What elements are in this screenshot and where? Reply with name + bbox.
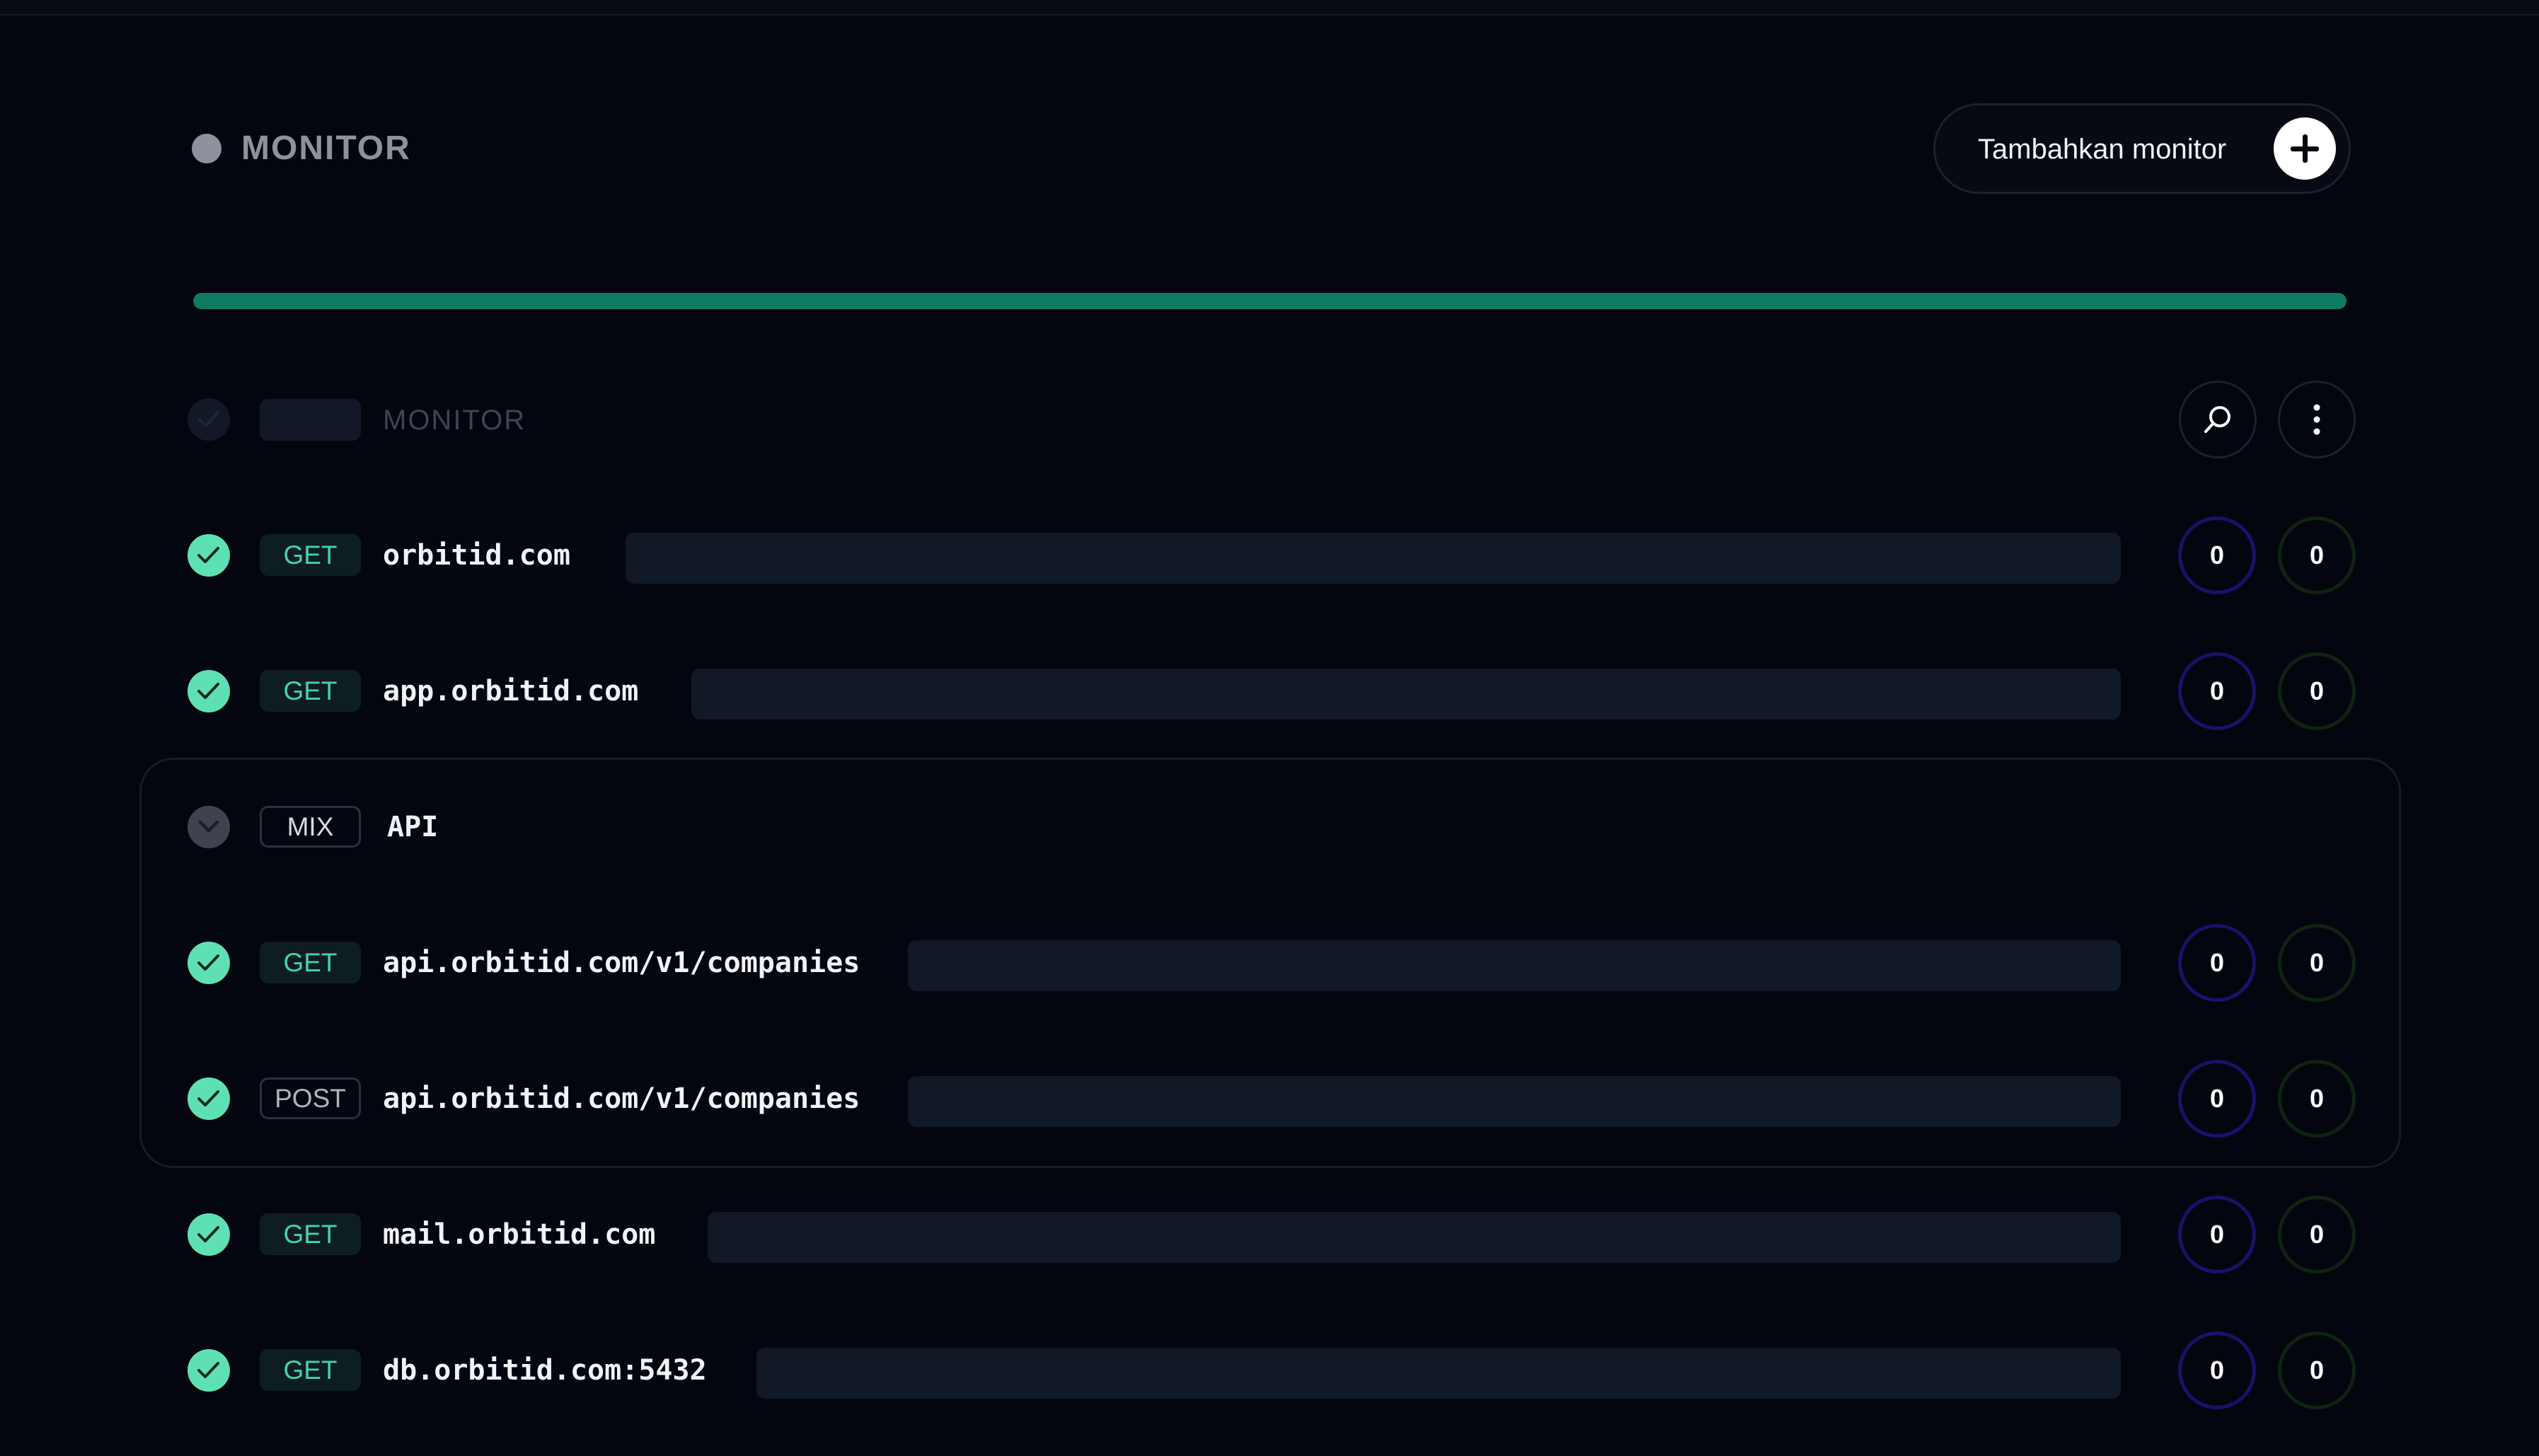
check-icon	[197, 954, 219, 971]
count-badge-b: 0	[2278, 1060, 2356, 1138]
count-badge-b: 0	[2278, 516, 2356, 594]
status-check	[188, 534, 230, 577]
uptime-bar	[756, 1348, 2121, 1399]
group-row[interactable]: MIX API	[0, 788, 2539, 866]
chevron-down-icon	[198, 820, 219, 833]
monitor-row[interactable]: GET app.orbitid.com 0 0	[0, 652, 2539, 730]
check-icon	[197, 1226, 219, 1242]
add-monitor-button[interactable]: Tambahkan monitor	[1933, 103, 2351, 194]
method-badge: GET	[260, 670, 361, 712]
count-badge-a: 0	[2178, 1331, 2256, 1409]
check-icon	[197, 1362, 219, 1378]
monitor-row[interactable]: GET orbitid.com 0 0	[0, 516, 2539, 594]
check-icon	[197, 1090, 219, 1107]
uptime-progress-fill	[193, 293, 2347, 309]
count-badge-b: 0	[2278, 924, 2356, 1002]
uptime-progress-bar	[193, 293, 2347, 309]
count-badge-b: 0	[2278, 1331, 2356, 1409]
more-options-button[interactable]	[2278, 381, 2356, 458]
method-column-header	[260, 399, 361, 441]
plus-icon	[2274, 117, 2336, 180]
method-badge: GET	[260, 534, 361, 576]
monitor-row[interactable]: GET db.orbitid.com:5432 0 0	[0, 1331, 2539, 1409]
top-border	[0, 0, 2539, 16]
more-vertical-icon	[2313, 404, 2320, 435]
method-badge: GET	[260, 1213, 361, 1255]
status-check	[188, 942, 230, 984]
monitor-row[interactable]: GET mail.orbitid.com 0 0	[0, 1196, 2539, 1273]
count-badge-a: 0	[2178, 516, 2256, 594]
count-badge-b: 0	[2278, 652, 2356, 730]
method-badge: POST	[260, 1077, 361, 1119]
uptime-bar	[708, 1212, 2121, 1263]
monitor-url[interactable]: app.orbitid.com	[383, 671, 638, 712]
uptime-bar	[908, 1076, 2121, 1127]
count-badge-a: 0	[2178, 1060, 2256, 1138]
uptime-bar	[908, 940, 2121, 991]
group-name[interactable]: API	[387, 807, 438, 848]
add-monitor-button-label: Tambahkan monitor	[1978, 134, 2227, 165]
select-all-checkbox[interactable]	[188, 398, 230, 441]
count-badge-b: 0	[2278, 1196, 2356, 1273]
check-icon	[197, 683, 219, 699]
monitor-row[interactable]: GET api.orbitid.com/v1/companies 0 0	[0, 924, 2539, 1002]
uptime-bar	[691, 669, 2121, 720]
method-badge: MIX	[260, 806, 361, 848]
check-icon	[198, 411, 219, 427]
monitor-url[interactable]: api.orbitid.com/v1/companies	[383, 1078, 860, 1119]
check-icon	[197, 547, 219, 563]
status-check	[188, 670, 230, 712]
count-badge-a: 0	[2178, 924, 2256, 1002]
status-check	[188, 1349, 230, 1392]
monitor-url[interactable]: orbitid.com	[383, 535, 570, 576]
status-check	[188, 1213, 230, 1256]
page-title: MONITOR	[241, 129, 411, 167]
status-check	[188, 1077, 230, 1120]
list-header-label: MONITOR	[383, 405, 526, 436]
uptime-bar	[626, 533, 2121, 584]
monitor-url[interactable]: mail.orbitid.com	[383, 1214, 655, 1255]
monitor-row[interactable]: POST api.orbitid.com/v1/companies 0 0	[0, 1060, 2539, 1138]
method-badge: GET	[260, 1349, 361, 1391]
group-collapse-toggle[interactable]	[188, 806, 230, 848]
monitor-url[interactable]: api.orbitid.com/v1/companies	[383, 942, 860, 983]
search-button[interactable]	[2179, 381, 2257, 458]
status-dot	[192, 134, 221, 163]
method-badge: GET	[260, 942, 361, 983]
search-icon	[2204, 406, 2230, 433]
count-badge-a: 0	[2178, 1196, 2256, 1273]
count-badge-a: 0	[2178, 652, 2256, 730]
monitor-url[interactable]: db.orbitid.com:5432	[383, 1350, 707, 1391]
